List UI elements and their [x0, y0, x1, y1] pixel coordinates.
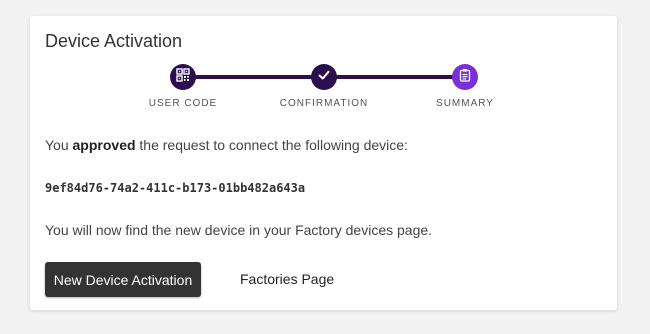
step-dot-summary [452, 64, 478, 90]
step-label-summary: SUMMARY [436, 98, 494, 109]
followup-message: You will now find the new device in your… [45, 222, 433, 238]
approval-emphasis: approved [72, 137, 136, 153]
step-dot-user-code [170, 64, 196, 90]
approval-message: You approved the request to connect the … [45, 137, 408, 153]
step-label-user-code: USER CODE [148, 98, 218, 109]
device-id: 9ef84d76-74a2-411c-b173-01bb482a643a [45, 181, 306, 195]
step-confirmation: CONFIRMATION [264, 64, 384, 109]
clipboard-icon [458, 68, 472, 87]
approval-suffix: the request to connect the following dev… [135, 137, 408, 153]
device-activation-card: Device Activation USER CODE CONFIRMATION… [30, 16, 617, 310]
step-summary: SUMMARY [405, 64, 525, 109]
qr-code-icon [176, 67, 190, 87]
approval-prefix: You [45, 137, 73, 153]
step-user-code: USER CODE [123, 64, 243, 109]
step-dot-confirmation [311, 64, 337, 90]
factories-page-button[interactable]: Factories Page [226, 262, 348, 297]
activation-stepper: USER CODE CONFIRMATION SUMMARY [30, 64, 617, 114]
new-device-activation-button[interactable]: New Device Activation [45, 262, 201, 297]
checkmark-icon [317, 68, 331, 87]
card-title: Device Activation [45, 31, 183, 51]
step-label-confirmation: CONFIRMATION [279, 98, 369, 109]
